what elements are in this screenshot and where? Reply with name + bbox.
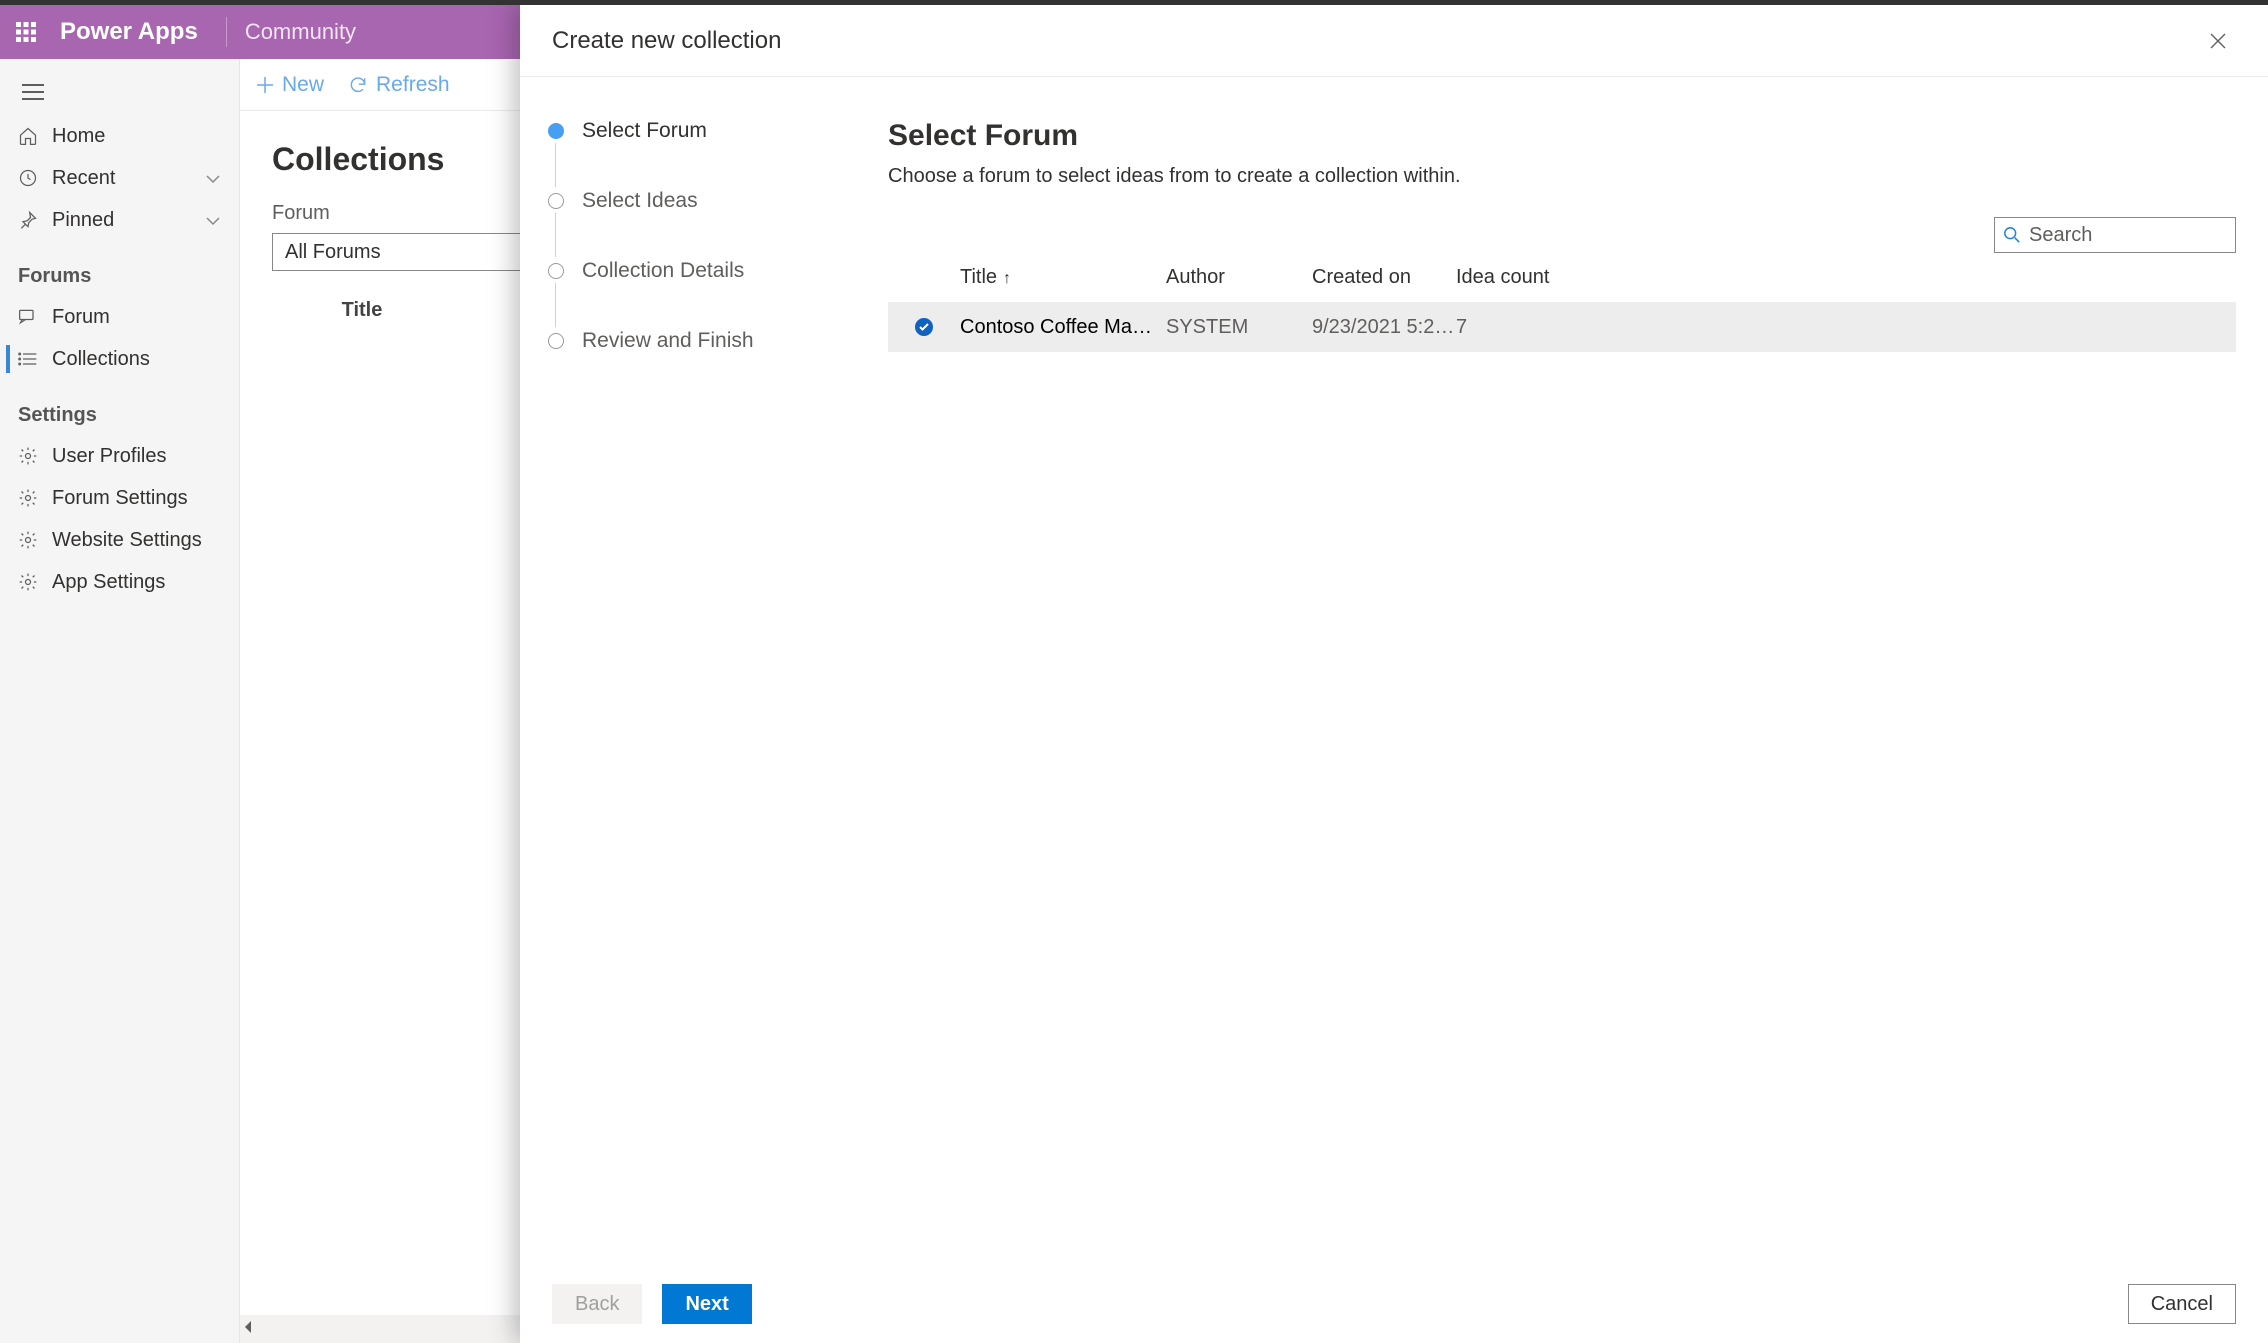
col-author[interactable]: Author — [1166, 266, 1312, 289]
gear-icon — [14, 446, 42, 466]
step-connector — [555, 283, 556, 327]
nav-label: Forum Settings — [52, 487, 188, 510]
step-dot-active-icon — [548, 123, 564, 139]
top-border — [0, 0, 2268, 5]
step-collection-details[interactable]: Collection Details — [548, 259, 860, 329]
step-select-forum[interactable]: Select Forum — [548, 119, 860, 189]
modal-footer: Back Next Cancel — [520, 1265, 2268, 1343]
step-dot-icon — [548, 193, 564, 209]
table-header: Title ↑ Author Created on Idea count — [888, 252, 2236, 302]
col-title[interactable]: Title — [272, 293, 452, 328]
nav-forum-settings[interactable]: Forum Settings — [0, 477, 239, 519]
nav-user-profiles[interactable]: User Profiles — [0, 435, 239, 477]
wizard-steps: Select Forum Select Ideas Collection Det… — [520, 77, 860, 1265]
row-idea-count: 7 — [1456, 316, 1576, 339]
nav-label: Home — [52, 125, 105, 148]
create-collection-modal: Create new collection Select Forum Selec… — [520, 5, 2268, 1343]
step-dot-icon — [548, 333, 564, 349]
step-connector — [555, 143, 556, 187]
modal-body: Select Forum Select Ideas Collection Det… — [520, 77, 2268, 1265]
nav-recent[interactable]: Recent — [0, 157, 239, 199]
modal-close-button[interactable] — [2200, 23, 2236, 59]
side-nav: Home Recent Pinned Forums Forum Collecti… — [0, 59, 240, 1343]
nav-label: Collections — [52, 348, 150, 371]
gear-icon — [14, 488, 42, 508]
cancel-button[interactable]: Cancel — [2128, 1284, 2236, 1324]
nav-label: Recent — [52, 167, 115, 190]
pin-icon — [14, 210, 42, 230]
next-button[interactable]: Next — [662, 1284, 751, 1324]
search-input[interactable]: Search — [1994, 217, 2236, 253]
cmd-label: Refresh — [376, 73, 450, 97]
back-button[interactable]: Back — [552, 1284, 642, 1324]
app-name: Power Apps — [60, 18, 198, 46]
step-dot-icon — [548, 263, 564, 279]
list-icon — [14, 351, 42, 367]
nav-home[interactable]: Home — [0, 115, 239, 157]
nav-group-settings: Settings — [0, 404, 239, 427]
step-select-ideas[interactable]: Select Ideas — [548, 189, 860, 259]
step-label: Collection Details — [582, 259, 744, 283]
step-label: Select Forum — [582, 119, 707, 143]
col-created[interactable]: Created on — [1312, 266, 1456, 289]
nav-forum[interactable]: Forum — [0, 296, 239, 338]
chevron-down-icon[interactable] — [205, 167, 221, 190]
nav-website-settings[interactable]: Website Settings — [0, 519, 239, 561]
forum-icon — [14, 308, 42, 326]
col-title[interactable]: Title ↑ — [960, 266, 1166, 289]
col-idea-count[interactable]: Idea count — [1456, 266, 1576, 289]
panel-description: Choose a forum to select ideas from to c… — [888, 165, 2236, 188]
sort-asc-icon: ↑ — [1003, 270, 1011, 287]
nav-label: Forum — [52, 306, 110, 329]
nav-collections[interactable]: Collections — [0, 338, 239, 380]
row-author: SYSTEM — [1166, 316, 1312, 339]
divider — [226, 17, 227, 47]
panel-heading: Select Forum — [888, 119, 2236, 153]
new-button[interactable]: New — [256, 73, 324, 97]
home-icon — [14, 126, 42, 146]
col-title-label: Title — [960, 266, 997, 288]
step-review-finish[interactable]: Review and Finish — [548, 329, 860, 399]
step-connector — [555, 213, 556, 257]
scroll-left-icon[interactable] — [244, 1320, 252, 1339]
row-created: 9/23/2021 5:2… — [1312, 316, 1456, 339]
step-label: Review and Finish — [582, 329, 754, 353]
modal-title: Create new collection — [552, 27, 781, 55]
refresh-button[interactable]: Refresh — [348, 73, 450, 97]
nav-app-settings[interactable]: App Settings — [0, 561, 239, 603]
nav-label: Website Settings — [52, 529, 202, 552]
nav-label: App Settings — [52, 571, 165, 594]
chevron-down-icon[interactable] — [205, 209, 221, 232]
nav-collapse-button[interactable] — [0, 79, 239, 105]
clock-icon — [14, 168, 42, 188]
modal-right-panel: Select Forum Choose a forum to select id… — [860, 77, 2268, 1265]
table-row[interactable]: Contoso Coffee Mach… SYSTEM 9/23/2021 5:… — [888, 302, 2236, 352]
nav-label: User Profiles — [52, 445, 166, 468]
gear-icon — [14, 530, 42, 550]
nav-group-forums: Forums — [0, 265, 239, 288]
gear-icon — [14, 572, 42, 592]
row-check-icon[interactable] — [888, 317, 960, 337]
cmd-label: New — [282, 73, 324, 97]
nav-pinned[interactable]: Pinned — [0, 199, 239, 241]
waffle-icon[interactable] — [12, 18, 40, 46]
modal-header: Create new collection — [520, 5, 2268, 77]
search-placeholder: Search — [2029, 224, 2092, 247]
row-title: Contoso Coffee Mach… — [960, 316, 1166, 339]
forums-table: Title ↑ Author Created on Idea count Cont… — [888, 252, 2236, 352]
step-label: Select Ideas — [582, 189, 698, 213]
nav-label: Pinned — [52, 209, 114, 232]
app-section[interactable]: Community — [245, 19, 356, 45]
